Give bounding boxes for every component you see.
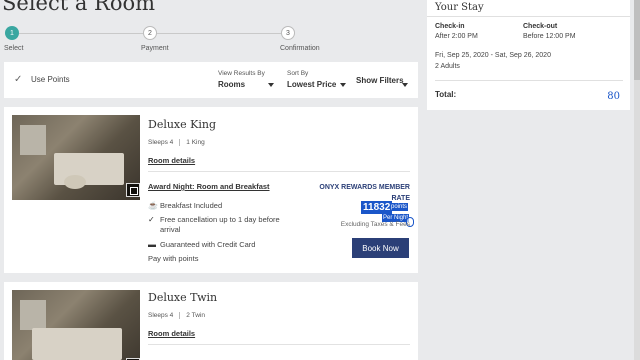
scrollbar[interactable] — [634, 0, 640, 360]
chevron-down-icon[interactable] — [268, 83, 274, 87]
show-filters-label: Show Filters — [356, 76, 404, 85]
meta-divider — [179, 312, 181, 319]
feature-pay-points: Pay with points — [148, 254, 288, 264]
checkmark-icon[interactable]: ✓ — [14, 74, 22, 85]
check-icon: ✓ — [148, 215, 155, 224]
points-value: 11832 — [361, 201, 393, 214]
feature-guarantee: ▬ Guaranteed with Credit Card — [148, 240, 288, 250]
use-points-toggle[interactable]: Use Points — [31, 75, 70, 84]
feature-cancellation: ✓ Free cancellation up to 1 day before ar… — [148, 215, 288, 234]
room-name: Deluxe King — [148, 118, 217, 131]
divider — [435, 80, 623, 81]
room-card: Deluxe Twin Sleeps 4 2 Twin Room details — [4, 282, 418, 360]
stepper-line — [157, 33, 281, 34]
room-card: Deluxe King Sleeps 41 King Room details … — [4, 107, 418, 273]
checkin-label: Check-in — [435, 23, 465, 30]
room-beds: 2 Twin — [186, 312, 205, 320]
room-photo[interactable] — [12, 290, 140, 360]
your-stay-title: Your Stay — [435, 2, 484, 13]
credit-card-icon: ▬ — [148, 240, 156, 249]
step-1-circle[interactable]: 1 — [5, 26, 19, 40]
stepper-line — [19, 33, 143, 34]
book-now-button[interactable]: Book Now — [352, 238, 409, 258]
stay-dates: Fri, Sep 25, 2020 - Sat, Sep 26, 2020 — [435, 52, 551, 59]
room-meta: Sleeps 4 1 King — [148, 139, 205, 146]
room-photo-table — [64, 175, 86, 189]
step-2-circle: 2 — [143, 26, 157, 40]
step-1-label: Select — [4, 45, 24, 52]
room-photo[interactable] — [12, 115, 140, 200]
chevron-down-icon[interactable] — [402, 83, 408, 87]
view-results-label: View Results By — [218, 70, 265, 77]
room-meta: Sleeps 4 2 Twin — [148, 312, 205, 319]
room-name: Deluxe Twin — [148, 291, 218, 304]
member-rate-line1: ONYX REWARDS MEMBER — [319, 184, 410, 191]
divider — [148, 171, 410, 172]
stay-guests: 2 Adults — [435, 63, 460, 70]
feature-text: Breakfast Included — [160, 201, 223, 210]
room-details-link[interactable]: Room details — [148, 156, 195, 165]
feature-text: Pay with points — [148, 254, 199, 263]
room-photo-window — [20, 125, 46, 155]
meta-divider — [179, 139, 181, 146]
room-photo-window — [20, 300, 46, 330]
sort-by-value: Lowest Price — [287, 80, 337, 89]
sort-by-label: Sort By — [287, 70, 309, 77]
checkout-value: Before 12:00 PM — [523, 33, 576, 40]
room-sleeps: Sleeps 4 — [148, 312, 174, 320]
room-details-link[interactable]: Room details — [148, 329, 195, 338]
booking-stepper: 1 Select 2 Payment 3 Confirmation — [0, 26, 420, 56]
points-unit: points — [390, 203, 409, 211]
feature-text: Guaranteed with Credit Card — [160, 240, 256, 249]
divider — [148, 344, 410, 345]
gallery-icon[interactable] — [126, 183, 140, 197]
scrollbar-thumb[interactable] — [634, 0, 640, 80]
room-photo-bed — [32, 328, 122, 360]
total-value: 80 — [607, 91, 620, 102]
breakfast-icon: ☕ — [148, 201, 158, 210]
sort-by-select[interactable]: Sort By Lowest Price — [287, 70, 347, 89]
filter-bar: ✓ Use Points View Results By Rooms Sort … — [4, 62, 418, 98]
step-2-label: Payment — [141, 45, 169, 52]
step-3-circle: 3 — [281, 26, 295, 40]
total-label: Total: — [435, 90, 457, 99]
chevron-down-icon[interactable] — [340, 83, 346, 87]
rate-name-link[interactable]: Award Night: Room and Breakfast — [148, 182, 270, 191]
your-stay-panel: Your Stay Check-in After 2:00 PM Check-o… — [427, 0, 630, 110]
excluding-taxes-label: Excluding Taxes & Fees — [340, 221, 410, 228]
feature-text: Free cancellation up to 1 day before arr… — [160, 215, 280, 234]
room-sleeps: Sleeps 4 — [148, 139, 174, 147]
divider — [427, 16, 630, 17]
checkin-value: After 2:00 PM — [435, 33, 478, 40]
feature-breakfast: ☕ Breakfast Included — [148, 201, 288, 211]
room-beds: 1 King — [186, 139, 205, 147]
page-title: Select a Room — [2, 0, 156, 15]
step-3-label: Confirmation — [280, 45, 320, 52]
show-filters-button[interactable]: Show Filters — [356, 73, 404, 85]
checkout-label: Check-out — [523, 23, 558, 30]
